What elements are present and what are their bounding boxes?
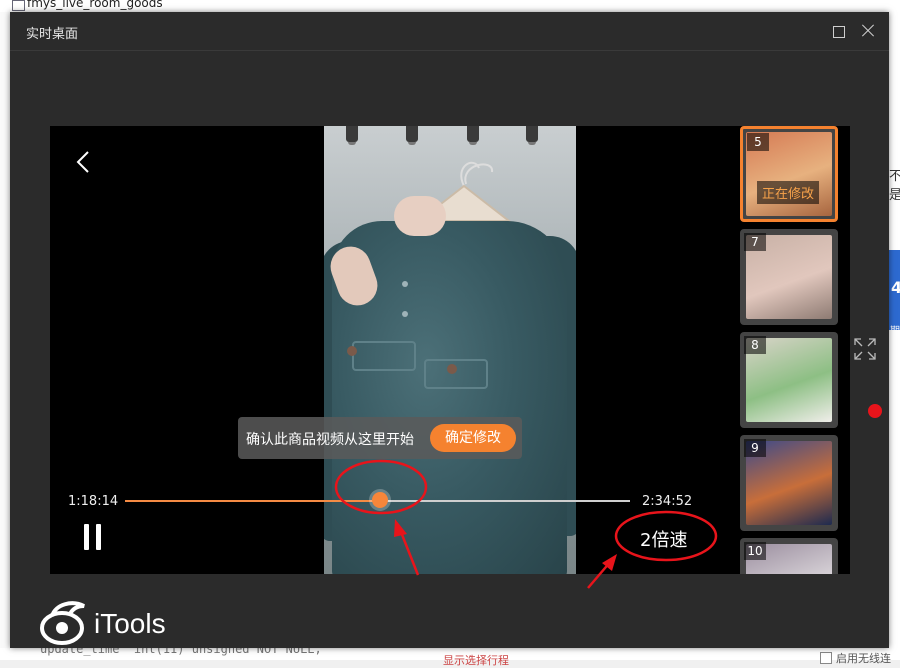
thumbnail-number: 8 — [744, 336, 766, 354]
background-banner-label: 期 — [890, 326, 900, 337]
product-thumbnail-card[interactable]: 9 — [740, 435, 838, 531]
background-right-banner: 4 期 — [889, 250, 900, 337]
background-left-pane — [0, 12, 10, 660]
thumbnail-number: 10 — [744, 542, 766, 560]
itools-logo-text: iTools — [94, 608, 166, 639]
product-thumbnail-card[interactable]: 5 正在修改 — [740, 126, 838, 222]
progress-fill — [125, 500, 381, 502]
table-icon — [12, 0, 25, 11]
background-link[interactable]: 显示选择行程 — [443, 652, 509, 668]
thumbnail-number: 7 — [744, 233, 766, 251]
product-thumbnail-card[interactable]: 10 — [740, 538, 838, 574]
background-titlebar: fmys_live_room_goods — [0, 0, 900, 12]
window-titlebar: 实时桌面 — [10, 12, 889, 51]
background-checkbox-label: 启用无线连 — [836, 652, 891, 665]
maximize-button[interactable] — [827, 20, 849, 42]
maximize-icon — [833, 26, 845, 38]
product-thumbnail-card[interactable]: 7 — [740, 229, 838, 325]
confirm-toast: 确认此商品视频从这里开始 确定修改 — [238, 417, 522, 459]
confirm-edit-button[interactable]: 确定修改 — [430, 424, 516, 452]
background-right-label: 不是 — [889, 169, 900, 203]
hand — [394, 196, 446, 236]
window-title: 实时桌面 — [26, 27, 79, 42]
close-button[interactable] — [857, 20, 879, 42]
background-title: fmys_live_room_goods — [27, 0, 163, 10]
thumbnail-status: 正在修改 — [757, 181, 820, 204]
live-desktop-window: 实时桌面 确认此商品视频从这里开始 确定修改 1:18:14 2:34:52 2… — [10, 12, 889, 648]
fullscreen-icon[interactable] — [854, 338, 876, 360]
toast-message: 确认此商品视频从这里开始 — [246, 432, 414, 448]
product-thumbnail-list: 5 正在修改 7 8 9 10 — [740, 126, 840, 574]
total-time: 2:34:52 — [642, 494, 693, 509]
thumbnail-number: 9 — [744, 439, 766, 457]
background-banner-number: 4 — [891, 278, 900, 297]
record-indicator[interactable] — [868, 404, 882, 418]
itools-logo-icon — [40, 601, 85, 645]
progress-handle[interactable] — [372, 492, 389, 508]
product-thumbnail-card[interactable]: 8 — [740, 332, 838, 428]
current-time: 1:18:14 — [68, 494, 119, 509]
background-checkbox[interactable] — [820, 652, 832, 664]
pause-button[interactable] — [82, 524, 106, 552]
pause-icon — [84, 524, 89, 550]
thumbnail-number: 5 — [747, 133, 769, 151]
device-screen: 确认此商品视频从这里开始 确定修改 1:18:14 2:34:52 2倍速 5 正… — [50, 126, 850, 574]
back-icon[interactable] — [72, 148, 96, 176]
speed-button[interactable]: 2倍速 — [640, 526, 692, 552]
product-video[interactable] — [324, 126, 576, 574]
